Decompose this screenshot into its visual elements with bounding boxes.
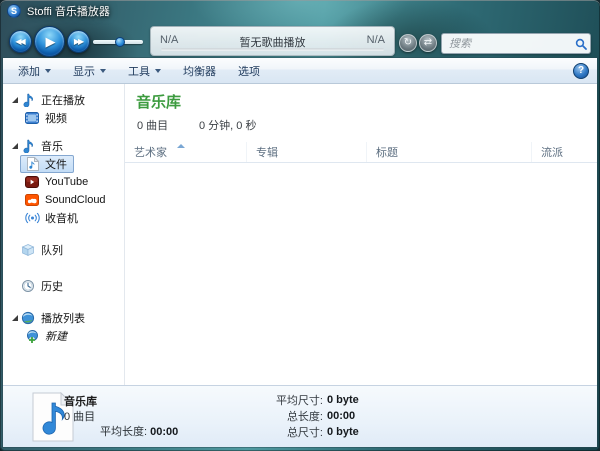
expand-arrow-icon[interactable] xyxy=(10,315,20,321)
sidebar-item-soundcloud[interactable]: SoundCloud xyxy=(20,191,124,209)
video-icon xyxy=(24,110,40,126)
seek-bar[interactable] xyxy=(161,48,384,51)
status-library-name: 音乐库 xyxy=(64,396,97,408)
status-right-block: 平均尺寸: 0 byte 总长度: 00:00 总尺寸: 0 byte xyxy=(265,392,359,440)
play-button[interactable]: ▶ xyxy=(34,26,65,57)
chevron-down-icon xyxy=(100,68,106,73)
play-icon: ▶ xyxy=(45,34,56,49)
status-average-length: 平均长度: 00:00 xyxy=(100,426,179,438)
volume-slider[interactable] xyxy=(93,37,143,47)
sidebar-item-video[interactable]: 视频 xyxy=(20,109,124,127)
expand-arrow-icon[interactable] xyxy=(10,143,20,149)
file-note-icon xyxy=(24,156,40,172)
library-pane: 音乐库 0 曲目 0 分钟, 0 秒 艺术家 专辑 标题 流派 xyxy=(125,84,597,385)
sidebar-item-radio[interactable]: 收音机 xyxy=(20,209,124,227)
navigation-sidebar: 正在播放 视频 音乐 文件 YouTube SoundCloud 收音机 队列 … xyxy=(3,84,125,385)
menu-view[interactable]: 显示 xyxy=(64,60,115,82)
title-bar[interactable]: S Stoffi 音乐播放器 xyxy=(0,0,600,22)
library-duration: 0 分钟, 0 秒 xyxy=(199,120,257,132)
search-icon[interactable] xyxy=(572,36,590,52)
status-total-size: 总尺寸: 0 byte xyxy=(286,426,359,439)
column-header-album[interactable]: 专辑 xyxy=(247,142,367,162)
column-header-genre[interactable]: 流派 xyxy=(532,142,597,162)
music-note-icon xyxy=(20,138,36,154)
app-window: S Stoffi 音乐播放器 ◀◀ ▶ ▶▶ N/A 暂无歌曲播放 N/A ↻ … xyxy=(0,0,600,451)
library-title: 音乐库 xyxy=(136,94,182,111)
library-counts: 0 曲目 0 分钟, 0 秒 xyxy=(137,117,597,133)
next-button[interactable]: ▶▶ xyxy=(67,30,90,53)
library-track-count: 0 曲目 xyxy=(137,120,169,132)
queue-cube-icon xyxy=(20,242,36,258)
shuffle-icon: ⇄ xyxy=(423,37,433,48)
playlist-new-icon xyxy=(24,328,40,344)
sidebar-item-now-playing[interactable]: 正在播放 xyxy=(3,91,124,109)
sidebar-item-music[interactable]: 音乐 xyxy=(3,137,124,155)
volume-slider-thumb[interactable] xyxy=(115,37,125,47)
menu-bar: 添加 显示 工具 均衡器 选项 ? xyxy=(3,58,597,84)
sidebar-item-new-playlist[interactable]: 新建 xyxy=(20,327,124,345)
previous-button[interactable]: ◀◀ xyxy=(9,30,32,53)
help-icon: ? xyxy=(577,64,585,76)
menu-tools[interactable]: 工具 xyxy=(119,60,170,82)
youtube-icon xyxy=(24,174,40,190)
table-header-row: 艺术家 专辑 标题 流派 xyxy=(125,142,597,163)
sidebar-item-playlists[interactable]: 播放列表 xyxy=(3,309,124,327)
fast-forward-icon: ▶▶ xyxy=(73,36,84,46)
now-playing-info: N/A 暂无歌曲播放 N/A xyxy=(150,26,395,56)
repeat-button[interactable]: ↻ xyxy=(399,34,417,52)
music-note-icon xyxy=(20,92,36,108)
sort-asc-icon xyxy=(177,144,185,148)
main-row: 正在播放 视频 音乐 文件 YouTube SoundCloud 收音机 队列 … xyxy=(3,84,597,385)
radio-icon xyxy=(24,210,40,226)
status-bar: 音乐库 0 曲目 平均长度: 00:00 平均尺寸: 0 byte 总长度: 0… xyxy=(3,385,597,447)
status-total-length: 总长度: 00:00 xyxy=(286,410,356,423)
expand-arrow-icon[interactable] xyxy=(10,97,20,103)
status-track-count: 0 曲目 xyxy=(64,411,96,423)
chevron-down-icon xyxy=(155,68,161,73)
soundcloud-icon xyxy=(24,192,40,208)
column-header-artist[interactable]: 艺术家 xyxy=(125,142,247,162)
sidebar-item-queue[interactable]: 队列 xyxy=(3,241,124,259)
menu-add[interactable]: 添加 xyxy=(9,60,60,82)
track-list-empty-area[interactable] xyxy=(125,163,597,385)
sidebar-item-files[interactable]: 文件 xyxy=(20,155,124,173)
playlist-globe-icon xyxy=(20,310,36,326)
menu-options[interactable]: 选项 xyxy=(229,60,269,82)
client-area: 添加 显示 工具 均衡器 选项 ? 正在播放 视频 音乐 文件 YouTube … xyxy=(3,58,597,447)
stoffi-logo-icon: S xyxy=(7,4,21,18)
rewind-icon: ◀◀ xyxy=(15,36,25,46)
status-average-size: 平均尺寸: 0 byte xyxy=(275,394,359,407)
track-time: N/A xyxy=(366,34,385,46)
column-header-title[interactable]: 标题 xyxy=(367,142,532,162)
chevron-down-icon xyxy=(45,68,51,73)
help-button[interactable]: ? xyxy=(573,62,589,79)
sidebar-item-history[interactable]: 历史 xyxy=(3,277,124,295)
search-input[interactable] xyxy=(442,37,572,50)
shuffle-button[interactable]: ⇄ xyxy=(419,34,437,52)
history-clock-icon xyxy=(20,278,36,294)
sidebar-item-youtube[interactable]: YouTube xyxy=(20,173,124,191)
window-title: Stoffi 音乐播放器 xyxy=(27,6,110,18)
toolbar: ◀◀ ▶ ▶▶ N/A 暂无歌曲播放 N/A ↻ ⇄ xyxy=(0,22,600,58)
search-box xyxy=(441,33,591,54)
menu-equalizer[interactable]: 均衡器 xyxy=(174,60,225,82)
repeat-icon: ↻ xyxy=(403,37,413,48)
